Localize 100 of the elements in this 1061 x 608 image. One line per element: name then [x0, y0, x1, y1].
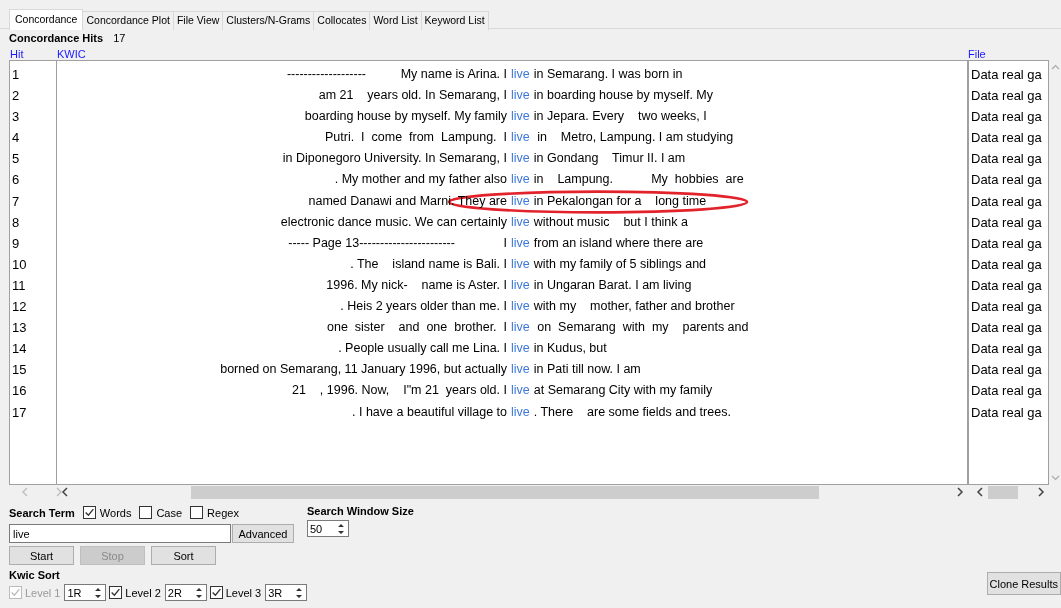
- right-context: in boarding house by myself. My: [533, 87, 714, 105]
- file-name: Data real ga: [970, 171, 1043, 190]
- tab[interactable]: Word List: [369, 11, 422, 30]
- keyword: live: [511, 66, 530, 83]
- right-context: in Jepara. Every two weeks, I: [533, 108, 707, 126]
- hit-number: 6: [11, 171, 21, 190]
- file-name: Data real ga: [970, 276, 1043, 295]
- column-header[interactable]: File: [968, 48, 986, 60]
- keyword: live: [511, 276, 530, 294]
- keyword: live: [511, 382, 530, 400]
- hit-number: 15: [11, 361, 28, 380]
- tab[interactable]: Concordance: [9, 9, 84, 30]
- hit-number: 11: [11, 276, 27, 295]
- checkbox[interactable]: [82, 506, 96, 519]
- hit-number: 3: [11, 108, 21, 127]
- search-term-label: Search Term: [9, 506, 75, 519]
- left-context: ------------------- My name is Arina. I: [285, 66, 507, 83]
- file-name: Data real ga: [970, 403, 1043, 422]
- hit-number: 17: [11, 403, 28, 422]
- left-context: am 21 years old. In Semarang, I: [317, 87, 507, 105]
- keyword: live: [511, 255, 530, 273]
- left-context: . My mother and my father also: [333, 171, 507, 189]
- left-context: boarding house by myself. My family: [303, 108, 507, 126]
- left-context: Putri. I come from Lampung. I: [324, 129, 507, 147]
- keyword: live: [511, 319, 530, 337]
- column-header[interactable]: KWIC: [57, 48, 86, 60]
- advanced-button[interactable]: Advanced: [232, 524, 294, 543]
- right-context: in Pati till now. I am: [533, 361, 641, 379]
- keyword: live: [511, 298, 530, 316]
- checkbox[interactable]: [190, 506, 204, 519]
- file-name: Data real ga: [970, 255, 1043, 274]
- right-context: at Semarang City with my family: [533, 382, 713, 400]
- keyword: live: [511, 213, 530, 231]
- right-context: with my family of 5 siblings and: [533, 255, 707, 273]
- tab[interactable]: Collocates: [313, 11, 371, 30]
- spinner-arrows-icon[interactable]: [336, 521, 346, 536]
- column-header[interactable]: Hit: [10, 48, 24, 60]
- clone-results-button[interactable]: Clone Results: [986, 572, 1061, 595]
- option-label: Words: [99, 506, 132, 519]
- right-context: in Pekalongan for a long time: [533, 192, 707, 210]
- keyword: live: [511, 192, 530, 210]
- action-button[interactable]: Sort: [151, 546, 216, 565]
- file-name: Data real ga: [970, 66, 1043, 84]
- right-context: from an island where there are: [533, 234, 704, 252]
- file-name: Data real ga: [970, 234, 1043, 253]
- scroll-right-icon[interactable]: [1037, 487, 1045, 497]
- file-name: Data real ga: [970, 298, 1043, 317]
- hit-number: 14: [11, 340, 28, 359]
- right-context: in Gondang Timur II. I am: [533, 150, 686, 168]
- keyword: live: [511, 361, 530, 379]
- checkbox[interactable]: [139, 506, 153, 519]
- right-context: . There are some fields and trees.: [533, 403, 731, 421]
- right-context: in Ungaran Barat. I am living: [533, 276, 692, 294]
- keyword: live: [511, 234, 530, 252]
- right-context: on Semarang with my parents and: [536, 319, 749, 337]
- option-label: Regex: [207, 506, 239, 519]
- hit-number: 4: [11, 129, 21, 148]
- scroll-left-icon[interactable]: [61, 487, 69, 497]
- hit-number: 13: [11, 319, 28, 338]
- right-context: in Semarang. I was born in: [533, 66, 683, 83]
- window-size-spinner[interactable]: 50: [307, 520, 349, 537]
- level-label: Level 2: [125, 586, 161, 599]
- level-label: Level 3: [225, 586, 262, 599]
- left-context: 1996. My nick- name is Aster. I: [325, 276, 507, 294]
- file-name: Data real ga: [970, 319, 1043, 338]
- right-context: in Kudus, but: [533, 340, 607, 358]
- tab[interactable]: Clusters/N-Grams: [222, 11, 315, 30]
- tab[interactable]: File View: [172, 11, 224, 30]
- level-spinner[interactable]: 3R: [265, 584, 307, 601]
- hit-number: 10: [11, 255, 28, 274]
- right-context: with my mother, father and brother: [533, 298, 735, 316]
- search-field[interactable]: live: [9, 524, 231, 543]
- left-context: . I have a beautiful village to: [351, 403, 507, 421]
- checkbox[interactable]: [109, 586, 123, 599]
- spinner-arrows-icon[interactable]: [93, 585, 104, 600]
- left-context: . Heis 2 years older than me. I: [339, 298, 507, 316]
- hits-count: 17: [113, 32, 126, 46]
- tab[interactable]: Concordance Plot: [82, 11, 174, 30]
- option-checkbox[interactable]: Case: [139, 506, 183, 519]
- checkbox[interactable]: [209, 586, 223, 599]
- file-name: Data real ga: [970, 129, 1043, 148]
- hit-number: 8: [11, 213, 21, 232]
- option-checkbox[interactable]: Regex: [190, 506, 239, 519]
- left-context: borned on Semarang, 11 January 1996, but actually: [219, 361, 507, 379]
- file-name: Data real ga: [970, 87, 1043, 106]
- left-context: . The island name is Bali. I: [349, 255, 507, 273]
- hit-number: 2: [11, 87, 21, 106]
- file-name: Data real ga: [970, 213, 1043, 232]
- tab[interactable]: Keyword List: [420, 11, 489, 30]
- action-button[interactable]: Start: [9, 546, 74, 565]
- right-context: in Lampung. My hobbies are: [533, 171, 744, 189]
- hit-number: 5: [11, 150, 21, 169]
- option-checkbox[interactable]: Words: [82, 506, 132, 519]
- scroll-left-icon[interactable]: [976, 487, 984, 497]
- spinner-arrows-icon[interactable]: [294, 585, 304, 600]
- left-context: . People usually call me Lina. I: [337, 340, 507, 358]
- scroll-right-icon[interactable]: [956, 487, 964, 497]
- file-name: Data real ga: [970, 361, 1043, 380]
- hit-number: 9: [11, 234, 21, 253]
- level-spinner[interactable]: 2R: [164, 584, 207, 601]
